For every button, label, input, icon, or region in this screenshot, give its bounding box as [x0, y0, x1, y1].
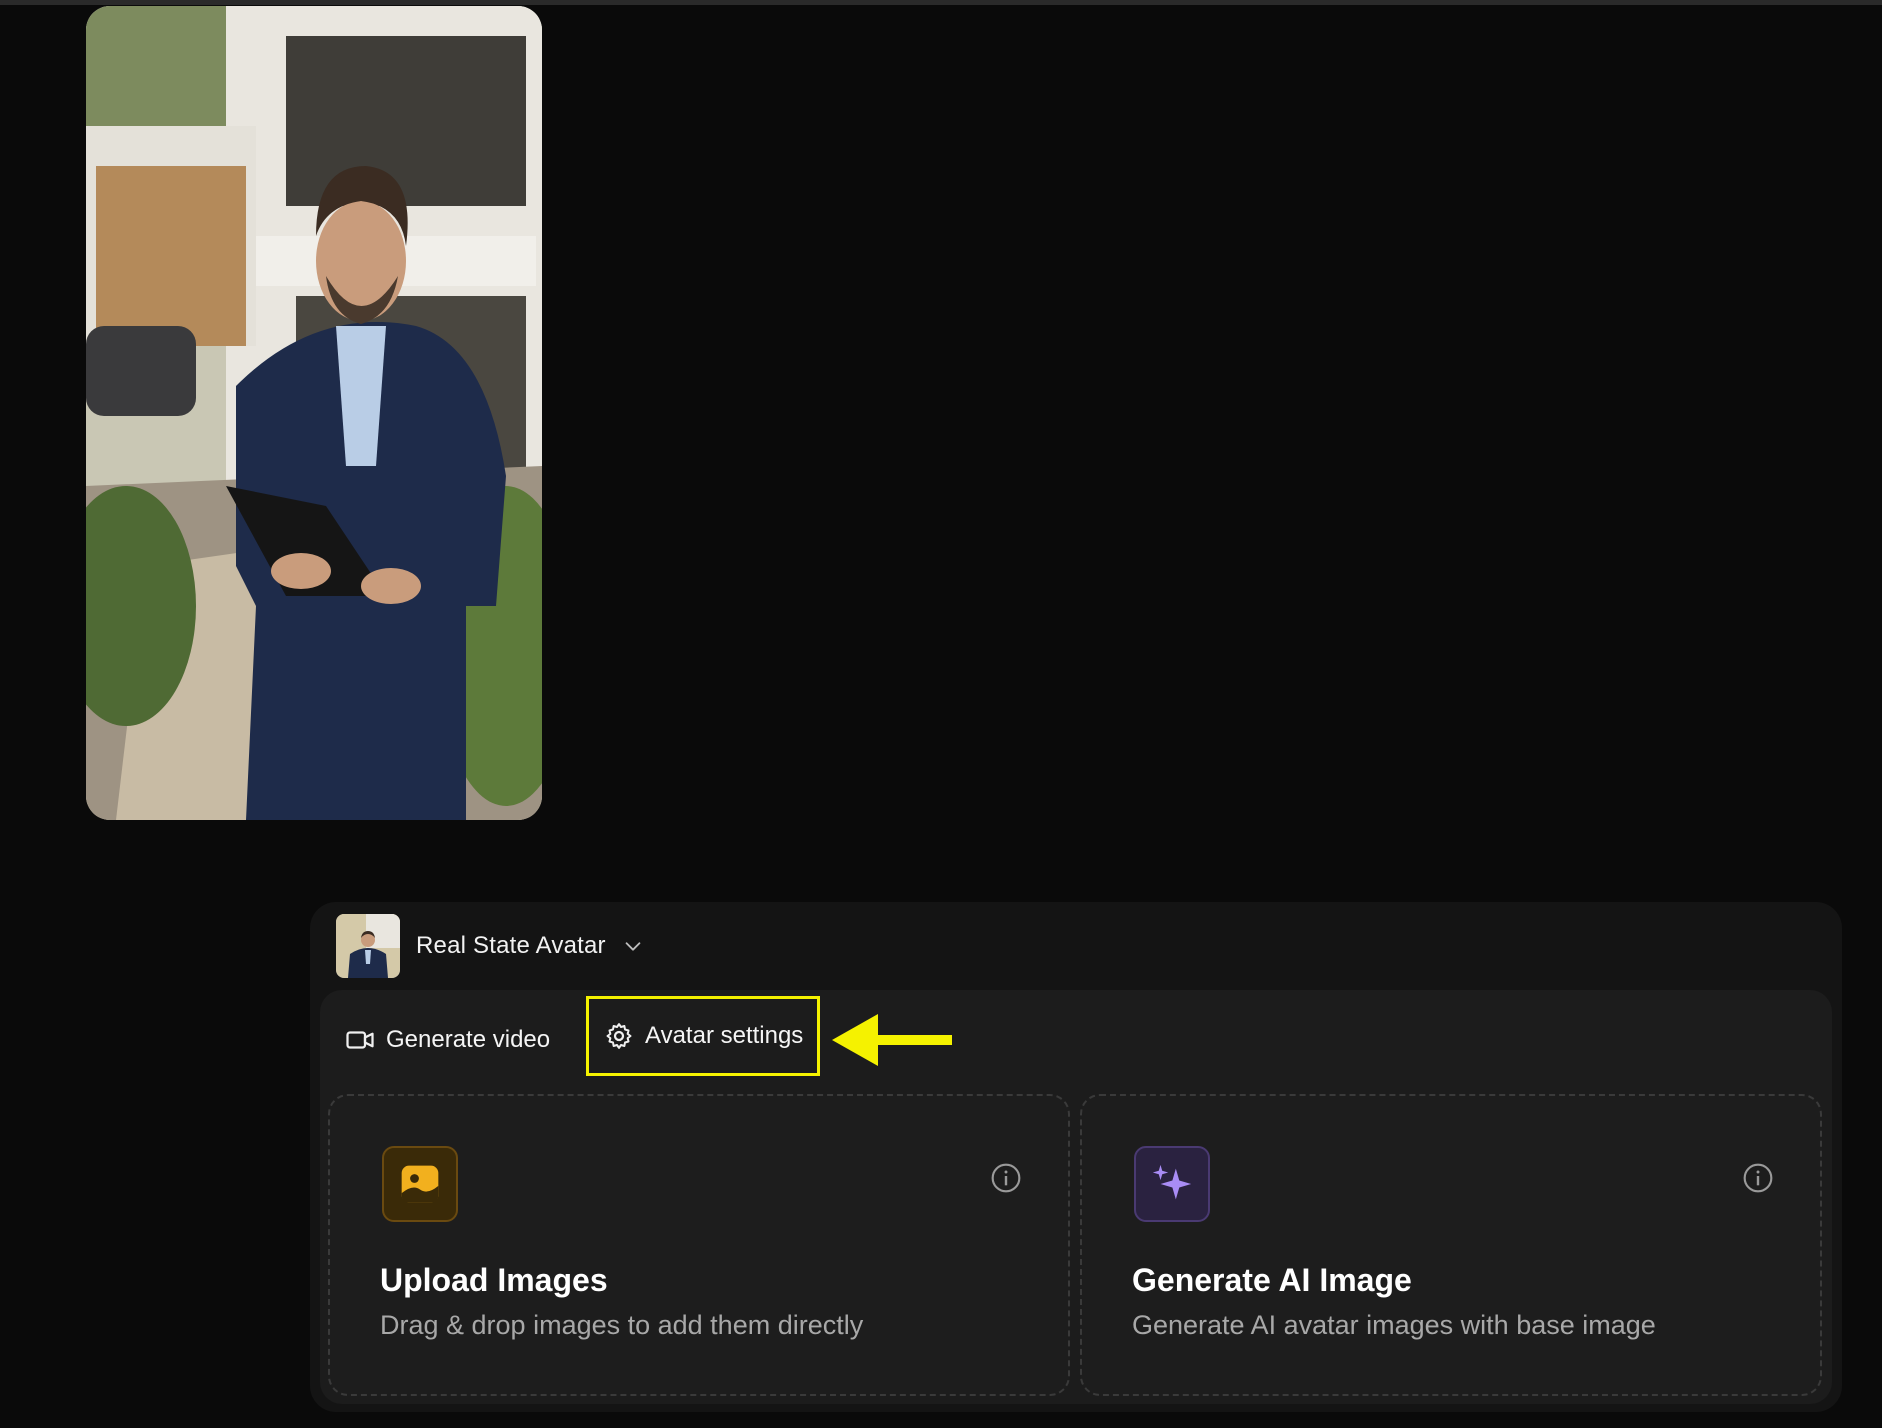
video-camera-icon: [344, 1024, 376, 1056]
avatar-selector[interactable]: Real State Avatar: [336, 914, 644, 978]
upload-images-title: Upload Images: [380, 1262, 608, 1298]
info-icon[interactable]: [1742, 1162, 1774, 1194]
sparkles-icon: [1134, 1146, 1210, 1222]
avatar-name: Real State Avatar: [416, 932, 606, 959]
avatar-preview-image: [86, 6, 542, 820]
avatar-thumbnail: [336, 914, 400, 978]
tab-avatar-settings-label: Avatar settings: [645, 1022, 804, 1049]
upload-images-description: Drag & drop images to add them directly: [380, 1310, 864, 1340]
avatar-tabs: Generate video Avatar settings: [344, 996, 820, 1080]
tab-generate-video-label: Generate video: [386, 1026, 551, 1053]
tab-generate-video[interactable]: Generate video: [344, 1000, 550, 1080]
info-icon[interactable]: [990, 1162, 1022, 1194]
generate-ai-image-description: Generate AI avatar images with base imag…: [1132, 1310, 1656, 1340]
generate-ai-image-title: Generate AI Image: [1132, 1262, 1412, 1298]
upload-images-card[interactable]: Upload Images Drag & drop images to add …: [328, 1094, 1070, 1396]
chevron-down-icon: [625, 942, 641, 951]
arrow-left-icon: [832, 1014, 952, 1066]
generate-ai-image-card[interactable]: Generate AI Image Generate AI avatar ima…: [1080, 1094, 1822, 1396]
gear-icon: [603, 1020, 635, 1052]
tab-avatar-settings[interactable]: Avatar settings: [586, 996, 820, 1076]
window-top-border: [0, 0, 1882, 5]
image-upload-icon: [382, 1146, 458, 1222]
